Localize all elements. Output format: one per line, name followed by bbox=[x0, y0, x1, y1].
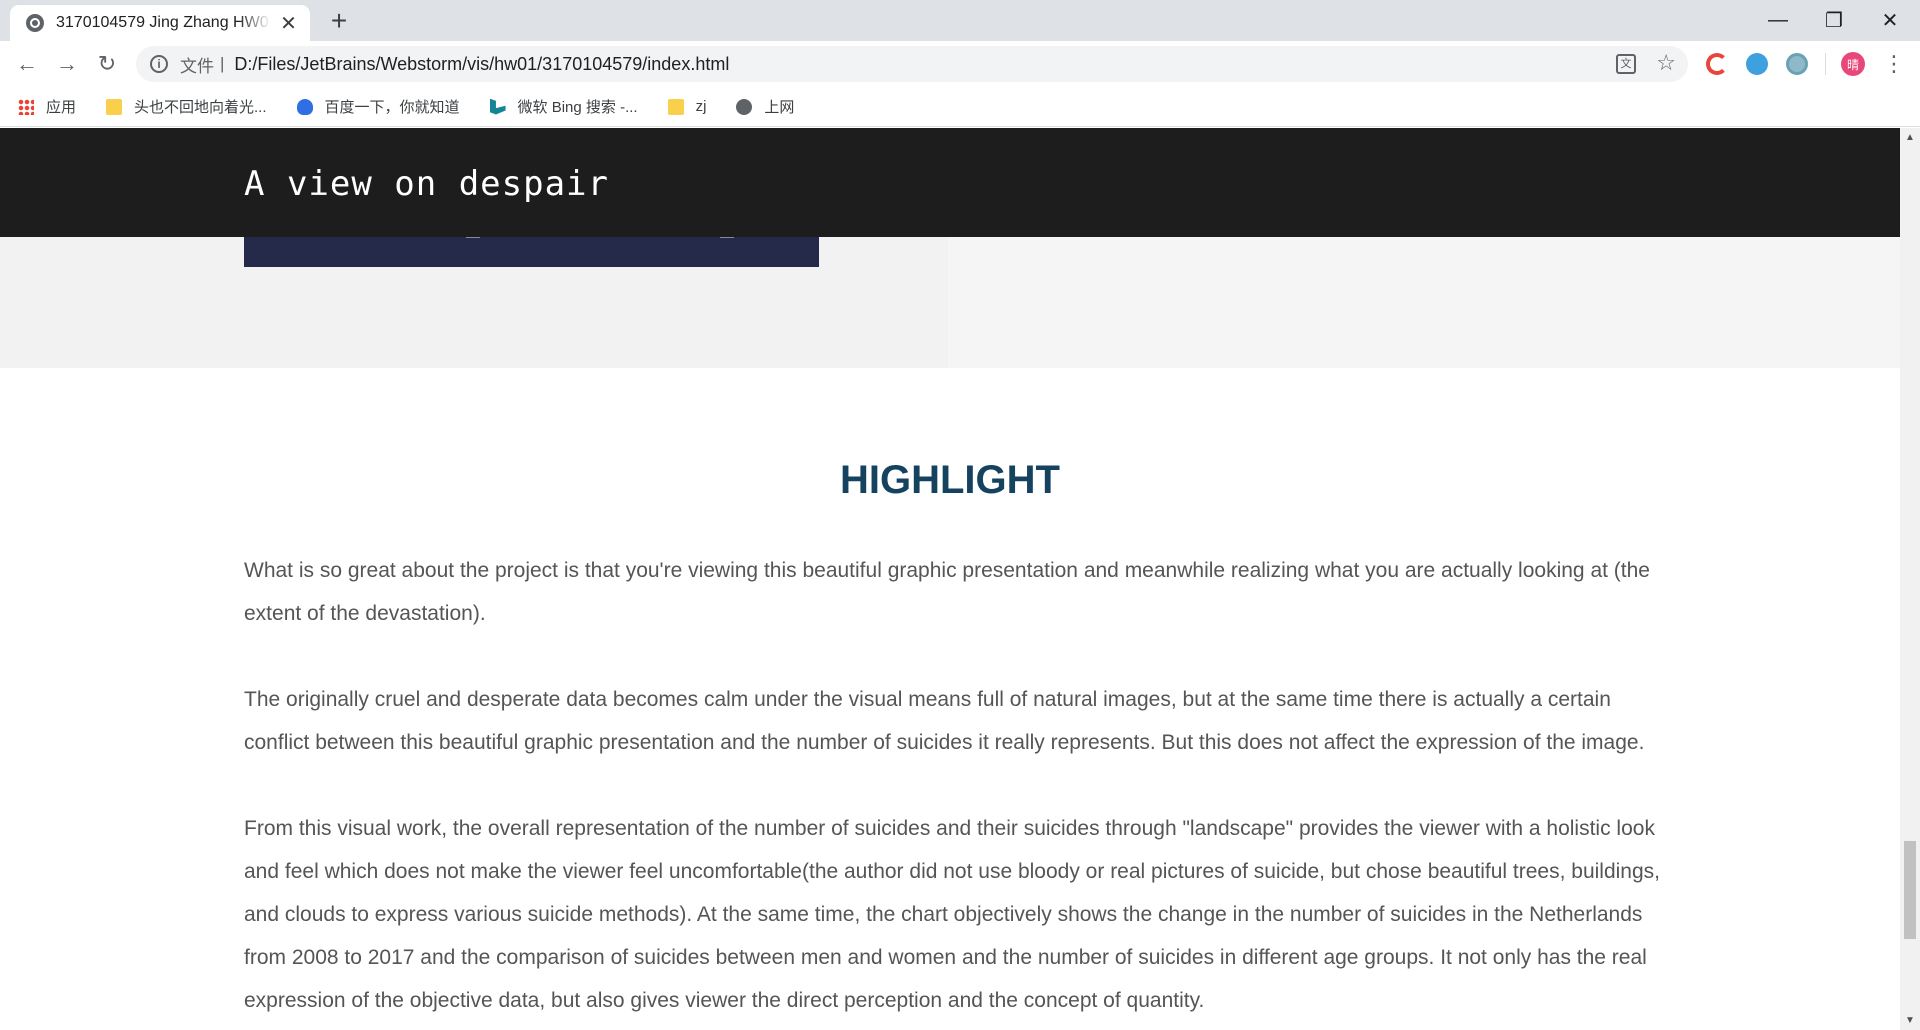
close-window-button[interactable]: ✕ bbox=[1862, 0, 1918, 40]
bookmark-folder-1[interactable]: 头也不回地向着光... bbox=[106, 96, 267, 117]
scrollbar-thumb[interactable] bbox=[1904, 841, 1916, 939]
restore-button[interactable]: ❐ bbox=[1806, 0, 1862, 40]
new-tab-button[interactable]: + bbox=[324, 6, 354, 36]
highlight-paragraph-3: From this visual work, the overall repre… bbox=[244, 817, 1661, 1012]
bing-icon bbox=[489, 98, 506, 115]
bookmark-folder-zj[interactable]: zj bbox=[667, 98, 707, 115]
site-title[interactable]: A view on despair bbox=[244, 164, 609, 204]
folder-icon bbox=[667, 98, 684, 115]
scroll-down-arrow-icon[interactable]: ▼ bbox=[1905, 1015, 1915, 1026]
more-menu-icon[interactable]: ⋮ bbox=[1882, 50, 1906, 78]
page-viewport: A view on despair HIGHLIGHT What is so g… bbox=[0, 128, 1900, 1030]
bookmark-baidu[interactable]: 百度一下，你就知道 bbox=[296, 96, 460, 117]
url-separator: | bbox=[220, 54, 225, 73]
url-scheme: 文件 bbox=[180, 56, 214, 76]
browser-tab[interactable]: 3170104579 Jing Zhang HW01 ✕ bbox=[10, 5, 310, 41]
bookmark-bing[interactable]: 微软 Bing 搜索 -... bbox=[489, 96, 638, 117]
bookmark-label: 百度一下，你就知道 bbox=[324, 99, 460, 116]
apps-icon bbox=[18, 98, 34, 115]
globe-icon bbox=[26, 14, 44, 32]
globe-icon bbox=[736, 98, 753, 115]
bookmark-shangwang[interactable]: 上网 bbox=[736, 96, 794, 117]
bookmark-apps[interactable]: 应用 bbox=[18, 96, 76, 117]
toolbar-divider bbox=[1825, 53, 1826, 75]
avatar[interactable]: 晴 bbox=[1841, 52, 1865, 76]
extension-search-icon[interactable] bbox=[1746, 53, 1768, 75]
section-title: HIGHLIGHT bbox=[840, 458, 1060, 502]
extension-c-icon[interactable] bbox=[1706, 53, 1728, 75]
highlight-paragraph-1: What is so great about the project is th… bbox=[244, 559, 1650, 625]
reload-icon[interactable]: ↻ bbox=[92, 49, 122, 79]
url-text[interactable]: D:/Files/JetBrains/Webstorm/vis/hw01/317… bbox=[234, 54, 729, 75]
bookmark-label: 应用 bbox=[46, 99, 77, 116]
bookmark-label: 头也不回地向着光... bbox=[134, 99, 267, 116]
address-bar[interactable]: i 文件 | D:/Files/JetBrains/Webstorm/vis/h… bbox=[136, 46, 1688, 82]
bookmarks-bar: 应用 头也不回地向着光... 百度一下，你就知道 微软 Bing 搜索 -...… bbox=[0, 87, 1920, 127]
back-arrow-icon[interactable]: ← bbox=[12, 49, 42, 79]
bookmark-label: zj bbox=[695, 98, 707, 115]
bookmark-label: 微软 Bing 搜索 -... bbox=[517, 99, 638, 116]
info-icon[interactable]: i bbox=[150, 55, 168, 73]
site-header: A view on despair bbox=[0, 128, 1900, 237]
bookmark-label: 上网 bbox=[764, 99, 795, 116]
paw-icon bbox=[296, 98, 313, 115]
extension-globe-icon[interactable] bbox=[1786, 53, 1808, 75]
page-scrollbar[interactable]: ▲ ▼ bbox=[1900, 128, 1920, 1030]
browser-toolbar: ← → ↻ i 文件 | D:/Files/JetBrains/Webstorm… bbox=[0, 41, 1920, 87]
close-tab-icon[interactable]: ✕ bbox=[277, 11, 300, 36]
folder-icon bbox=[106, 98, 123, 115]
tab-title: 3170104579 Jing Zhang HW01 bbox=[56, 14, 271, 31]
bookmark-star-icon[interactable]: ☆ bbox=[1656, 50, 1676, 76]
tab-strip: 3170104579 Jing Zhang HW01 ✕ + — ❐ ✕ bbox=[0, 0, 1920, 41]
highlight-paragraph-2: The originally cruel and desperate data … bbox=[244, 688, 1645, 754]
forward-arrow-icon[interactable]: → bbox=[52, 49, 82, 79]
translate-icon[interactable]: 文 bbox=[1616, 54, 1636, 74]
minimize-button[interactable]: — bbox=[1750, 0, 1806, 40]
scroll-up-arrow-icon[interactable]: ▲ bbox=[1905, 132, 1915, 143]
